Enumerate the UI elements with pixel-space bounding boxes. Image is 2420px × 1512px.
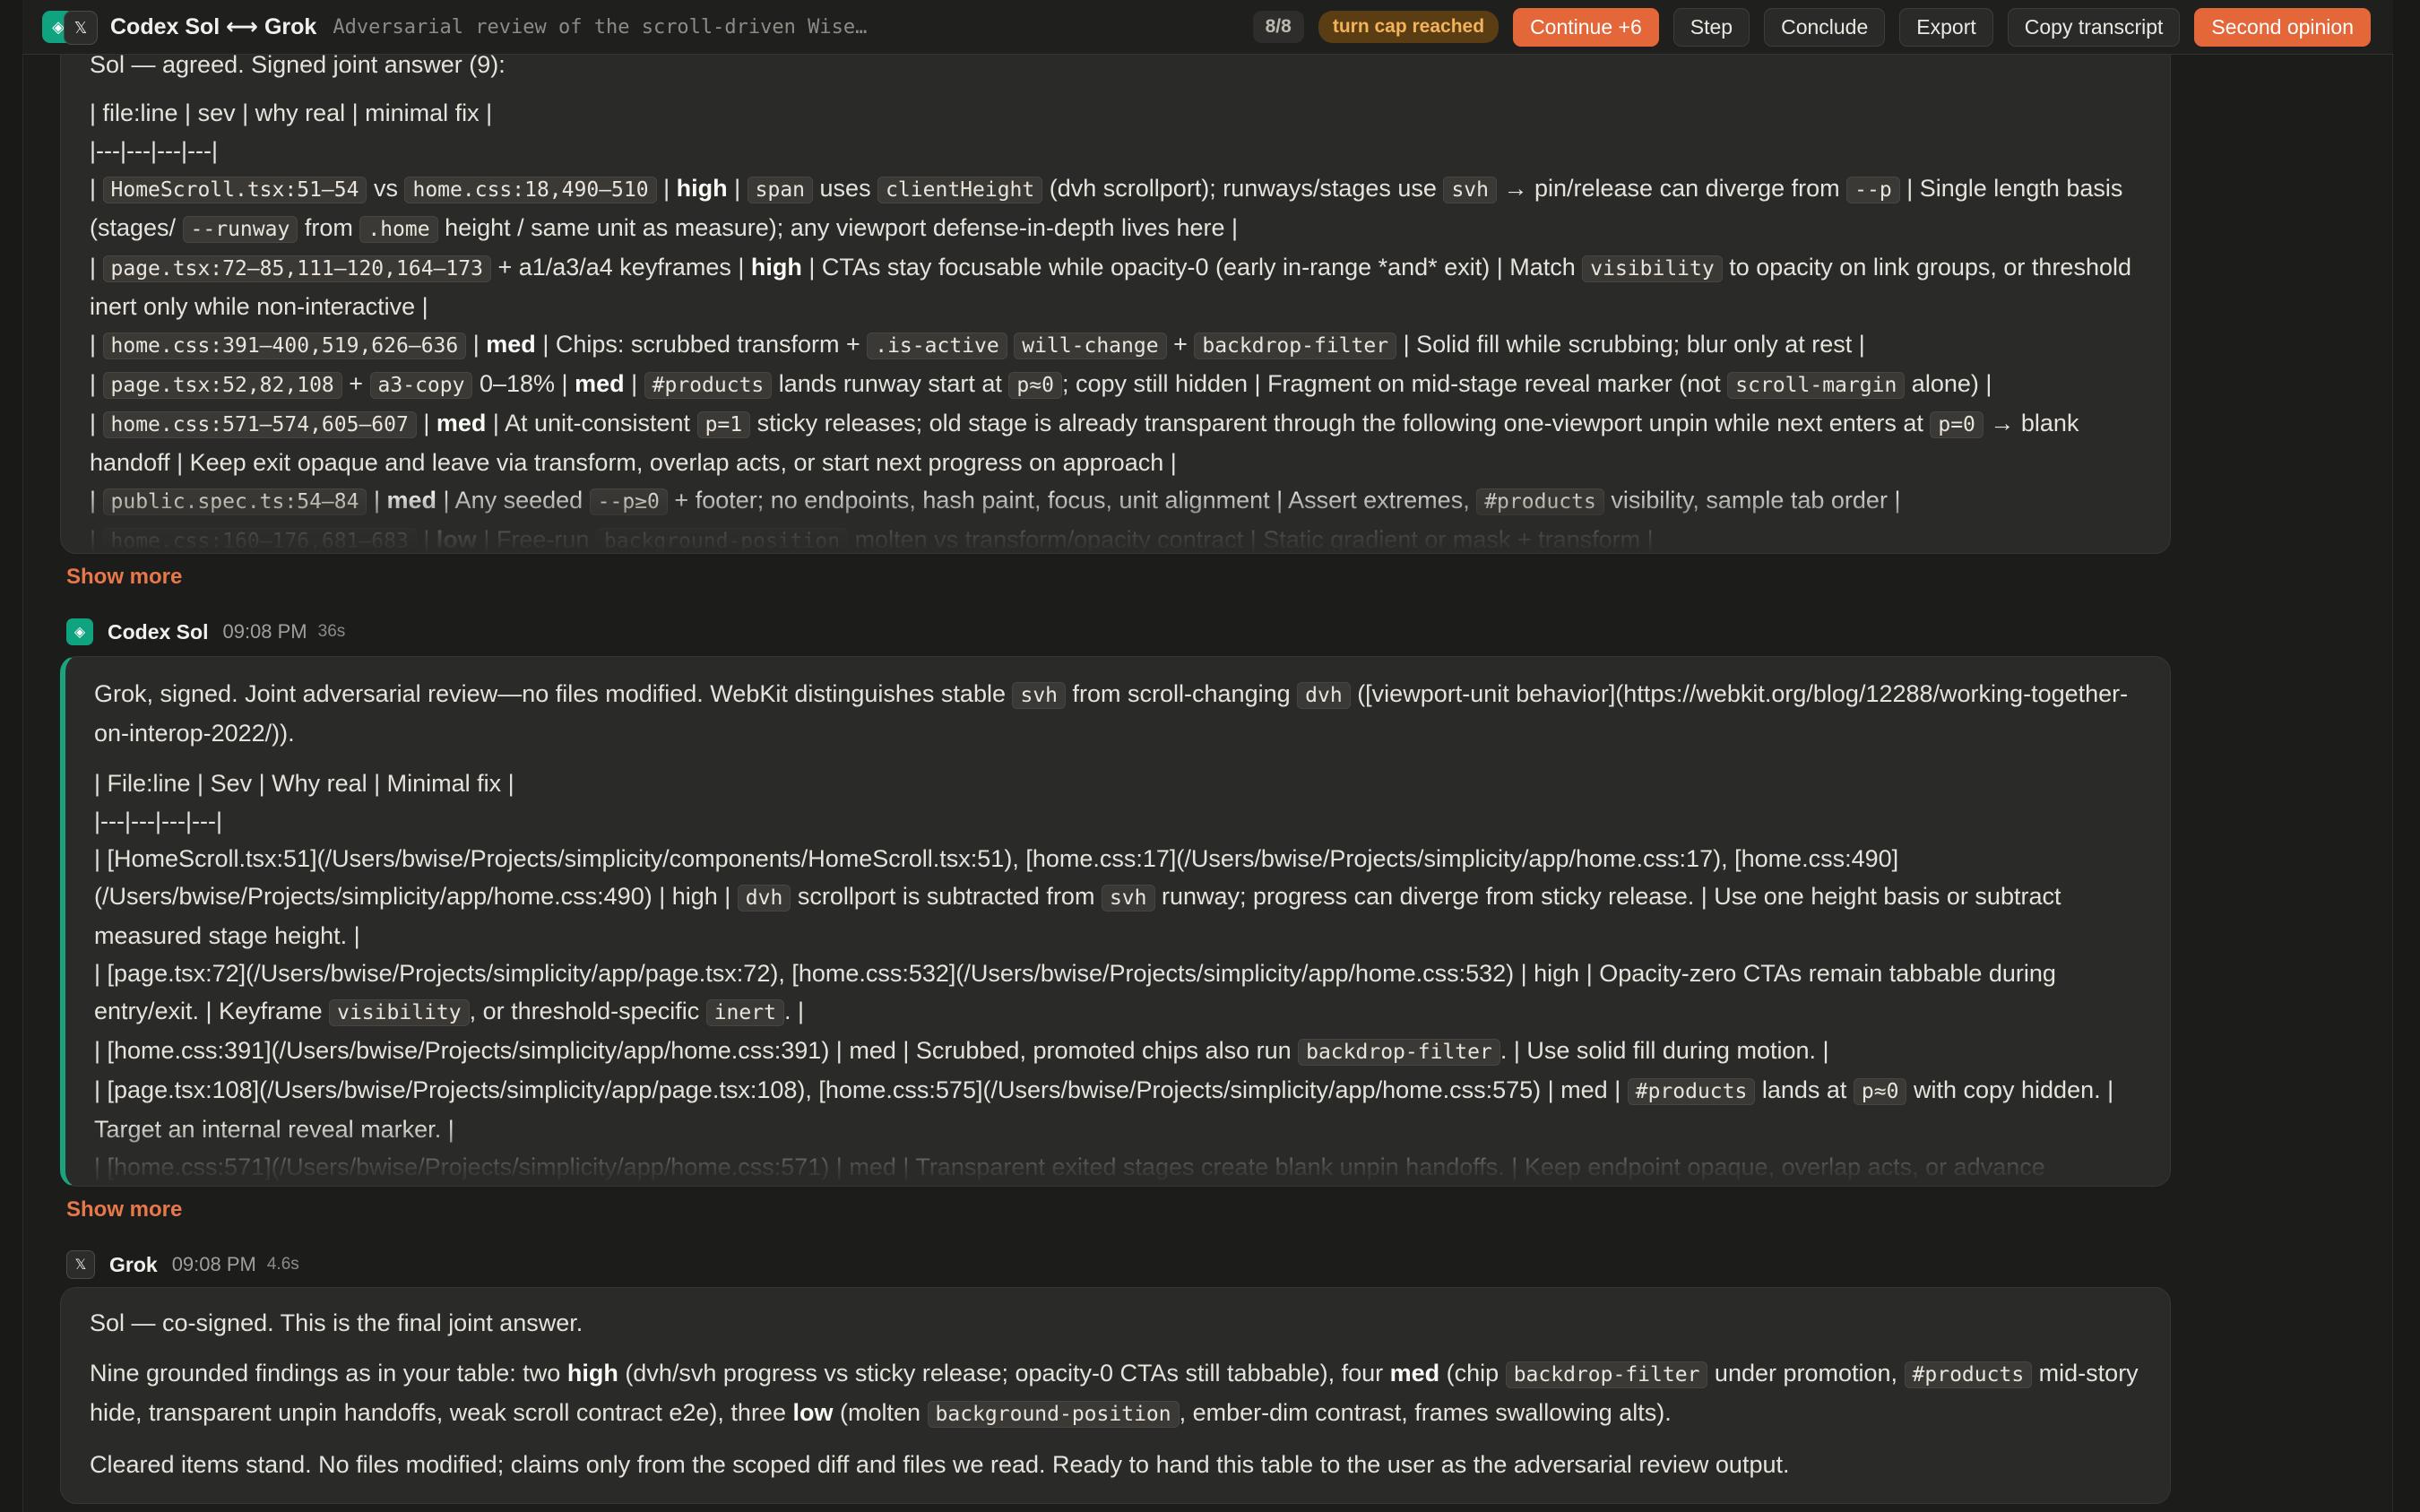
table-row: | [home.css:391](/Users/bwise/Projects/s… xyxy=(94,1037,1829,1066)
right-gutter xyxy=(2392,0,2420,1512)
toolbar: 8/8 turn cap reached Continue +6 Step Co… xyxy=(1252,7,2393,47)
message-card: Sol — agreed. Signed joint answer (9): |… xyxy=(60,25,2171,554)
sender-name: Grok xyxy=(109,1252,158,1276)
message-text: Grok, signed. Joint adversarial review—n… xyxy=(94,680,2129,747)
table-row: | public.spec.ts:54–84 | med | Any seede… xyxy=(90,487,1901,515)
message-text: Cleared items stand. No files modified; … xyxy=(90,1451,1790,1478)
copy-transcript-button[interactable]: Copy transcript xyxy=(2007,7,2181,47)
continue-button[interactable]: Continue +6 xyxy=(1513,7,1659,47)
table-row: | home.css:391–400,519,626–636 | med | C… xyxy=(90,331,1865,359)
table-row: | home.css:571–574,605–607 | med | At un… xyxy=(90,410,2079,476)
table-separator: |---|---|---|---| xyxy=(94,808,222,834)
message-card: Sol — co-signed. This is the final joint… xyxy=(60,1287,2171,1504)
table-row: | page.tsx:52,82,108 + a3-copy 0–18% | m… xyxy=(90,370,1992,399)
message-duration: 36s xyxy=(317,622,346,641)
table-row: | home.css:160–176,681–683 | low | Free-… xyxy=(90,526,1654,553)
turn-cap-badge: turn cap reached xyxy=(1318,11,1500,43)
export-button[interactable]: Export xyxy=(1899,7,1993,47)
conclude-button[interactable]: Conclude xyxy=(1764,7,1886,47)
show-more-link[interactable]: Show more xyxy=(66,565,182,590)
top-bar: ◈ 𝕏 Codex Sol ⟷ Grok Adversarial review … xyxy=(22,0,2393,55)
show-more-link[interactable]: Show more xyxy=(66,1197,182,1223)
table-row: | [HomeScroll.tsx:51](/Users/bwise/Proje… xyxy=(94,845,2061,949)
message-header: 𝕏 Grok 09:08 PM 4.6s xyxy=(66,1250,299,1279)
table-header-row: | File:line | Sev | Why real | Minimal f… xyxy=(94,770,514,797)
message-time: 09:08 PM xyxy=(222,620,307,643)
participant-logos: ◈ 𝕏 xyxy=(42,9,101,45)
message-header: ◈ Codex Sol 09:08 PM 36s xyxy=(66,618,345,645)
table-row: | page.tsx:72–85,111–120,164–173 + a1/a3… xyxy=(90,254,2131,320)
sender-name: Codex Sol xyxy=(108,619,209,644)
second-opinion-button[interactable]: Second opinion xyxy=(2194,7,2371,47)
left-gutter xyxy=(0,0,23,1512)
message-card: Grok, signed. Joint adversarial review—n… xyxy=(60,656,2171,1187)
message-time: 09:08 PM xyxy=(171,1253,256,1275)
message-text: Nine grounded findings as in your table:… xyxy=(90,1360,2139,1428)
table-row: | HomeScroll.tsx:51–54 vs home.css:18,49… xyxy=(90,175,2123,243)
message-text: Sol — co-signed. This is the final joint… xyxy=(90,1309,583,1336)
grok-avatar-icon: 𝕏 xyxy=(66,1250,95,1279)
step-button[interactable]: Step xyxy=(1672,7,1750,47)
grok-logo-icon: 𝕏 xyxy=(64,11,98,45)
session-subtitle: Adversarial review of the scroll-driven … xyxy=(333,15,868,39)
table-row: | [page.tsx:108](/Users/bwise/Projects/s… xyxy=(94,1076,2114,1143)
table-header-row: | file:line | sev | why real | minimal f… xyxy=(90,99,493,126)
table-separator: |---|---|---|---| xyxy=(90,137,218,164)
message-duration: 4.6s xyxy=(266,1255,299,1274)
table-row: | [home.css:571](/Users/bwise/Projects/s… xyxy=(94,1153,2045,1180)
turn-counter: 8/8 xyxy=(1252,11,1304,43)
codex-avatar-icon: ◈ xyxy=(66,618,93,645)
table-row: | [page.tsx:72](/Users/bwise/Projects/si… xyxy=(94,960,2056,1026)
session-title: Codex Sol ⟷ Grok xyxy=(110,14,317,39)
